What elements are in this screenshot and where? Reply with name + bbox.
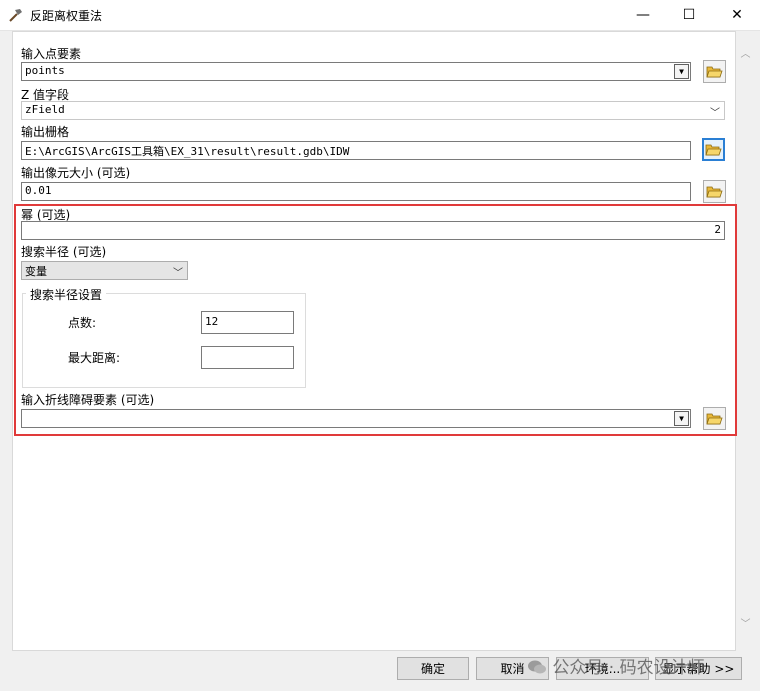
search-radius-select[interactable]: 变量 ﹀ [21, 261, 188, 280]
points-count-label: 点数: [68, 316, 97, 330]
chevron-down-icon: ﹀ [173, 268, 183, 279]
search-radius-value: 变量 [25, 265, 47, 278]
output-raster-value: E:\ArcGIS\ArcGIS工具箱\EX_31\result\result.… [25, 145, 350, 158]
browse-input-points-button[interactable] [703, 60, 726, 83]
points-count-input[interactable]: 12 [201, 311, 294, 334]
dropdown-arrow-icon[interactable]: ▼ [674, 64, 689, 79]
close-button[interactable]: ✕ [714, 0, 760, 30]
open-folder-icon [706, 66, 723, 78]
input-points-value: points [25, 64, 65, 77]
open-folder-icon [705, 144, 722, 156]
z-field-value: zField [25, 103, 65, 116]
z-field-select[interactable]: zField ﹀ [21, 101, 725, 120]
radius-settings-group [22, 293, 306, 388]
power-value: 2 [714, 223, 721, 236]
cell-size-label: 输出像元大小 (可选) [21, 166, 131, 180]
search-radius-label: 搜索半径 (可选) [21, 245, 107, 259]
cell-size-input[interactable]: 0.01 [21, 182, 691, 201]
barrier-combo[interactable]: ▼ [21, 409, 691, 428]
radius-settings-title: 搜索半径设置 [26, 286, 107, 303]
scroll-down-icon[interactable]: ﹀ [740, 619, 751, 630]
browse-barrier-button[interactable] [703, 407, 726, 430]
minimize-button[interactable]: — [620, 0, 666, 30]
dialog-footer: 确定 取消 环境... 显示帮助 >> 公众号 · 码农设计师 [0, 653, 760, 691]
open-folder-icon [706, 413, 723, 425]
barrier-label: 输入折线障碍要素 (可选) [21, 393, 155, 407]
input-points-label: 输入点要素 [21, 47, 82, 61]
maximize-button[interactable]: ☐ [666, 0, 712, 30]
title-bar: 反距离权重法 — ☐ ✕ [0, 0, 760, 31]
window-title: 反距离权重法 [30, 9, 103, 23]
hammer-icon [9, 9, 22, 22]
output-raster-input[interactable]: E:\ArcGIS\ArcGIS工具箱\EX_31\result\result.… [21, 141, 691, 160]
cell-size-value: 0.01 [25, 184, 52, 197]
max-distance-input[interactable] [201, 346, 294, 369]
watermark: 公众号 · 码农设计师 [527, 653, 705, 678]
browse-cell-size-button[interactable] [703, 180, 726, 203]
watermark-text: 公众号 · 码农设计师 [552, 658, 705, 678]
chevron-down-icon: ﹀ [710, 108, 720, 119]
points-count-value: 12 [205, 315, 219, 328]
browse-output-raster-button[interactable] [702, 138, 725, 161]
vertical-scrollbar[interactable]: ︿ ﹀ [737, 31, 754, 651]
ok-button[interactable]: 确定 [397, 657, 469, 680]
input-points-combo[interactable]: points ▼ [21, 62, 691, 81]
dropdown-arrow-icon[interactable]: ▼ [674, 411, 689, 426]
power-input[interactable]: 2 [21, 221, 725, 240]
wechat-icon [528, 660, 546, 674]
output-raster-label: 输出栅格 [21, 125, 70, 139]
scroll-up-icon[interactable]: ︿ [740, 49, 751, 60]
open-folder-icon [706, 186, 723, 198]
max-distance-label: 最大距离: [68, 351, 121, 365]
